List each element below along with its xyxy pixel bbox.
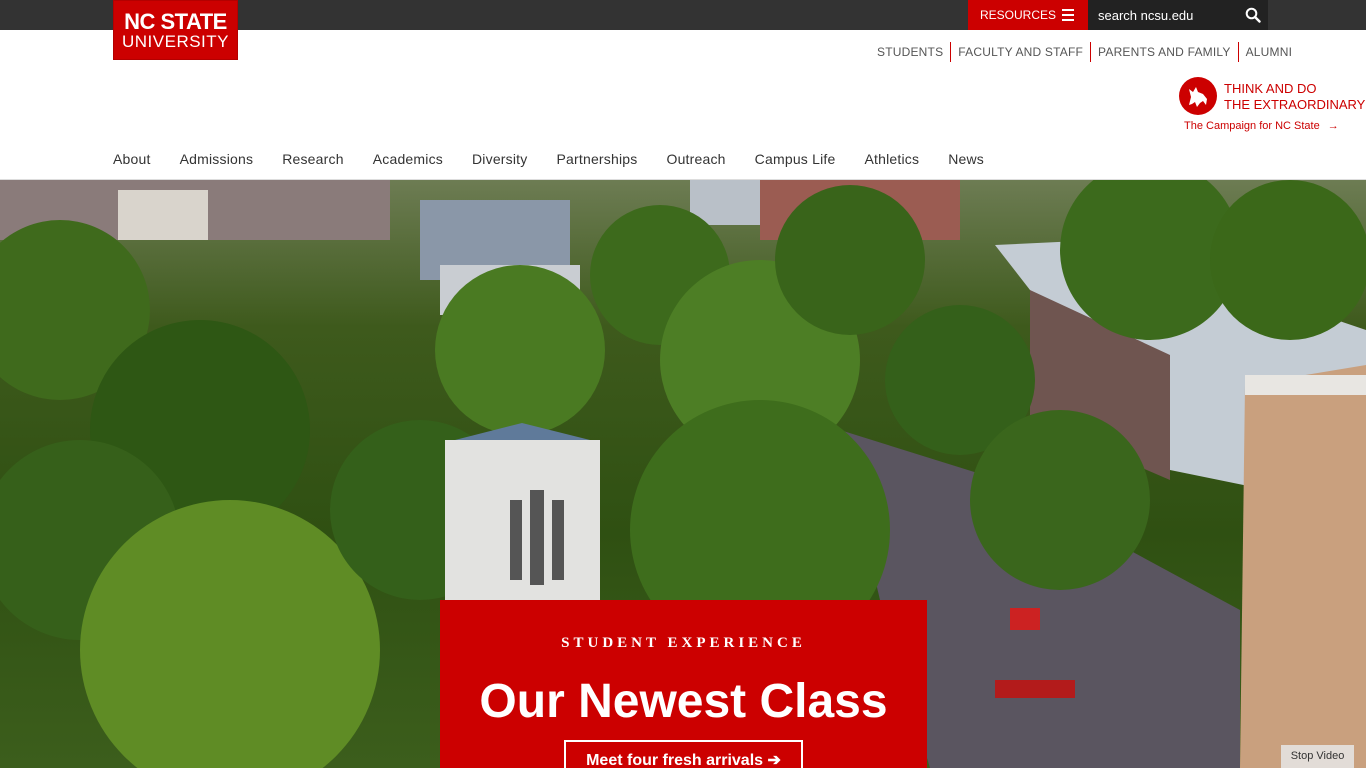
audience-link-faculty-staff[interactable]: FACULTY AND STAFF	[950, 42, 1090, 62]
main-nav: About Admissions Research Academics Dive…	[0, 140, 1366, 180]
nav-item-partnerships[interactable]: Partnerships	[556, 151, 637, 167]
hero-kicker: STUDENT EXPERIENCE	[561, 635, 806, 651]
nav-item-campus-life[interactable]: Campus Life	[755, 151, 836, 167]
audience-link-alumni[interactable]: ALUMNI	[1237, 42, 1300, 62]
nav-item-athletics[interactable]: Athletics	[864, 151, 919, 167]
campaign-link[interactable]: The Campaign for NC State →	[1184, 120, 1339, 132]
audience-link-parents-family[interactable]: PARENTS AND FAMILY	[1090, 42, 1238, 62]
nc-state-logo[interactable]: NC STATE UNIVERSITY	[113, 0, 238, 60]
nav-item-about[interactable]: About	[113, 151, 151, 167]
nav-item-research[interactable]: Research	[282, 151, 344, 167]
stop-video-button[interactable]: Stop Video	[1281, 745, 1354, 768]
audience-link-students[interactable]: STUDENTS	[870, 42, 950, 62]
logo-line-1: NC STATE	[124, 9, 227, 34]
search-box	[1088, 0, 1268, 30]
nav-item-outreach[interactable]: Outreach	[666, 151, 725, 167]
arrow-right-icon: →	[1327, 120, 1339, 132]
campaign-line-1[interactable]: THINK AND DO	[1224, 81, 1316, 97]
campaign-link-label: The Campaign for NC State	[1184, 120, 1320, 132]
nav-item-academics[interactable]: Academics	[373, 151, 443, 167]
nav-item-news[interactable]: News	[948, 151, 984, 167]
hero-feature-card: STUDENT EXPERIENCE Our Newest Class Meet…	[440, 600, 927, 768]
nav-item-admissions[interactable]: Admissions	[180, 151, 254, 167]
search-icon[interactable]	[1245, 7, 1261, 23]
hamburger-icon	[1062, 9, 1074, 21]
search-input[interactable]	[1098, 0, 1238, 30]
campaign-line-2[interactable]: THE EXTRAORDINARY	[1224, 97, 1365, 113]
hero-title: Our Newest Class	[479, 675, 888, 728]
audience-nav: STUDENTS FACULTY AND STAFF PARENTS AND F…	[870, 42, 1299, 62]
nav-item-diversity[interactable]: Diversity	[472, 151, 527, 167]
meet-fresh-arrivals-button[interactable]: Meet four fresh arrivals ➔	[564, 740, 803, 768]
logo-line-2: UNIVERSITY	[121, 32, 230, 51]
resources-label: RESOURCES	[980, 8, 1057, 22]
wolf-icon[interactable]	[1179, 77, 1217, 115]
resources-button[interactable]: RESOURCES	[968, 0, 1088, 30]
hero-video: STUDENT EXPERIENCE Our Newest Class Meet…	[0, 180, 1366, 768]
